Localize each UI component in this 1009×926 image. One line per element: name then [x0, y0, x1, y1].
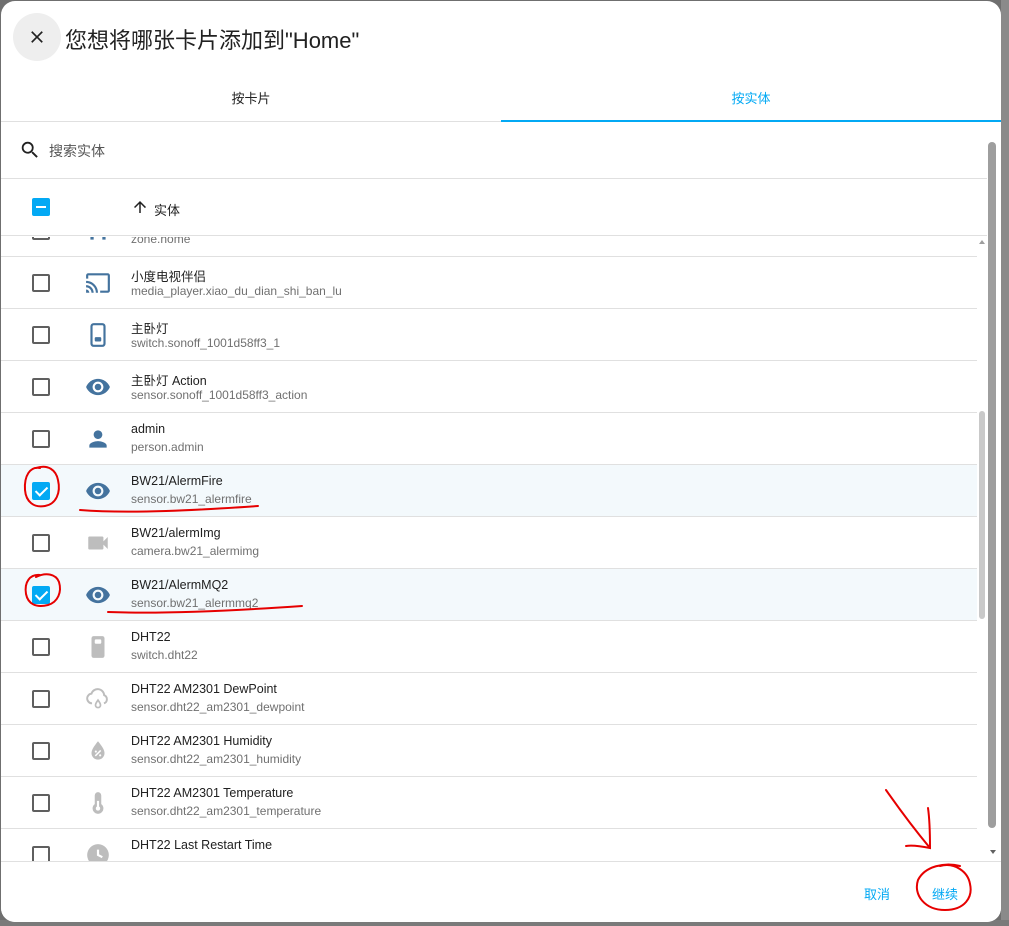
- camera-icon: [88, 536, 108, 550]
- entity-id: person.admin: [131, 440, 204, 454]
- row-checkbox[interactable]: [32, 326, 50, 344]
- zone-icon: [90, 237, 106, 240]
- entity-name: 小度电视伴侣: [131, 270, 207, 284]
- switch-off-icon: [91, 636, 105, 658]
- table-row[interactable]: BW21/AlermFire sensor.bw21_alermfire: [1, 465, 977, 517]
- switch-device-icon: [90, 323, 106, 347]
- table-row[interactable]: DHT22 AM2301 Humidity sensor.dht22_am2301…: [1, 725, 977, 777]
- table-row[interactable]: DHT22 AM2301 DewPoint sensor.dht22_am2301…: [1, 673, 977, 725]
- table-row[interactable]: 主卧灯 switch.sonoff_1001d58ff3_1: [1, 309, 977, 361]
- dewpoint-icon: [86, 688, 108, 709]
- tab-by-card[interactable]: 按卡片: [1, 73, 501, 121]
- entity-name: BW21/AlermFire: [131, 474, 223, 488]
- table-row[interactable]: 小度电视伴侣 media_player.xiao_du_dian_shi_ban_…: [1, 257, 977, 309]
- close-button[interactable]: [13, 13, 61, 61]
- cast-icon: [86, 273, 110, 293]
- entity-name: DHT22 AM2301 Humidity: [131, 734, 273, 748]
- entity-name: DHT22 Last Restart Time: [131, 838, 273, 852]
- entity-name: BW21/alermImg: [131, 526, 221, 540]
- entity-name: admin: [131, 422, 166, 436]
- continue-button[interactable]: 继续: [932, 884, 958, 903]
- close-icon: [31, 31, 43, 43]
- arrow-up-icon[interactable]: [131, 198, 149, 216]
- search-bar: [1, 123, 987, 179]
- list-scrollbar-thumb[interactable]: [979, 411, 985, 619]
- table-row[interactable]: DHT22 switch.dht22: [1, 621, 977, 673]
- table-row[interactable]: DHT22 AM2301 Temperature sensor.dht22_am2…: [1, 777, 977, 829]
- row-checkbox[interactable]: [32, 690, 50, 708]
- tab-by-entity[interactable]: 按实体: [501, 73, 1001, 122]
- entity-id: switch.dht22: [131, 648, 198, 662]
- row-checkbox[interactable]: [32, 846, 50, 861]
- entity-id: zone.home: [131, 237, 191, 246]
- row-checkbox[interactable]: [32, 742, 50, 760]
- eye-icon: [86, 378, 110, 396]
- entity-id: sensor.dht22_am2301_dewpoint: [131, 700, 305, 714]
- scroll-up-arrow[interactable]: [977, 238, 987, 246]
- thermometer-icon: [92, 792, 104, 814]
- search-icon: [21, 141, 38, 158]
- entity-name: 主卧灯: [131, 322, 169, 336]
- row-checkbox[interactable]: [32, 378, 50, 396]
- entity-name: DHT22 AM2301 DewPoint: [131, 682, 277, 696]
- cancel-button[interactable]: 取消: [864, 884, 890, 903]
- entity-id: sensor.bw21_alermmq2: [131, 596, 259, 610]
- table-row[interactable]: BW21/alermImg camera.bw21_alermimg: [1, 517, 977, 569]
- entity-name: DHT22 AM2301 Temperature: [131, 786, 294, 800]
- column-header-entity[interactable]: 实体: [154, 200, 180, 219]
- row-checkbox[interactable]: [32, 586, 50, 604]
- clock-icon: [87, 844, 109, 861]
- entity-id: sensor.dht22_am2301_temperature: [131, 804, 322, 818]
- row-checkbox[interactable]: [32, 430, 50, 448]
- backdrop: [1001, 0, 1009, 926]
- row-checkbox[interactable]: [32, 482, 50, 500]
- table-row[interactable]: DHT22 Last Restart Time: [1, 829, 977, 861]
- table-row[interactable]: 主卧灯 Action sensor.sonoff_1001d58ff3_actio…: [1, 361, 977, 413]
- humidity-icon: [91, 741, 105, 760]
- entity-id: sensor.dht22_am2301_humidity: [131, 752, 302, 766]
- table-row[interactable]: zone.home: [1, 237, 977, 257]
- entity-name: BW21/AlermMQ2: [131, 578, 229, 592]
- entity-id: switch.sonoff_1001d58ff3_1: [131, 336, 281, 350]
- add-card-dialog: 您想将哪张卡片添加到"Home" 按卡片 按实体 实体 zone.home 小度电…: [1, 1, 1001, 922]
- entity-id: sensor.bw21_alermfire: [131, 492, 252, 506]
- entity-name: 主卧灯 Action: [131, 374, 207, 388]
- table-header: 实体: [1, 180, 987, 236]
- dialog-header: 您想将哪张卡片添加到"Home": [1, 1, 1001, 73]
- table-row[interactable]: admin person.admin: [1, 413, 977, 465]
- dialog-title: 您想将哪张卡片添加到"Home": [65, 28, 360, 53]
- row-checkbox[interactable]: [32, 237, 50, 240]
- eye-icon: [86, 482, 110, 500]
- eye-icon: [86, 586, 110, 604]
- entity-id: sensor.sonoff_1001d58ff3_action: [131, 388, 308, 402]
- tab-bar: 按卡片 按实体: [1, 73, 1001, 122]
- entity-name: DHT22: [131, 630, 171, 644]
- scroll-down-arrow[interactable]: [988, 848, 998, 856]
- entity-id: media_player.xiao_du_dian_shi_ban_lu: [131, 284, 342, 298]
- dialog-scrollbar-thumb[interactable]: [988, 142, 996, 828]
- search-input[interactable]: [49, 137, 949, 165]
- entity-list: zone.home 小度电视伴侣 media_player.xiao_du_dian…: [1, 237, 987, 861]
- row-checkbox[interactable]: [32, 534, 50, 552]
- table-row[interactable]: BW21/AlermMQ2 sensor.bw21_alermmq2: [1, 569, 977, 621]
- dialog-footer: 取消 继续: [1, 861, 1001, 922]
- row-checkbox[interactable]: [32, 274, 50, 292]
- row-checkbox[interactable]: [32, 638, 50, 656]
- entity-id: camera.bw21_alermimg: [131, 544, 260, 558]
- row-checkbox[interactable]: [32, 794, 50, 812]
- person-icon: [89, 430, 107, 448]
- select-all-checkbox[interactable]: [32, 198, 50, 216]
